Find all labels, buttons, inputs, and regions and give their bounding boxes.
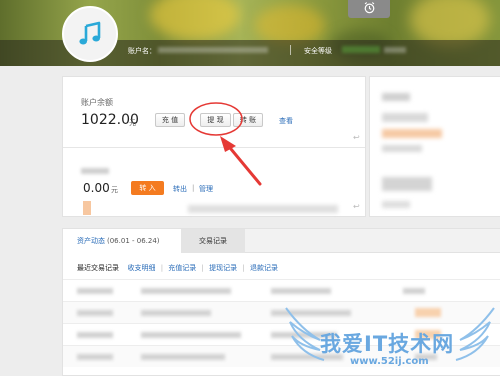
table-row[interactable] (63, 279, 500, 301)
balance-unit: 元 (129, 119, 136, 127)
sub-account-info (188, 205, 338, 213)
tab-asset-activity[interactable]: 资产动态 (06.01 - 06.24) (63, 229, 181, 253)
banner-decoration (255, 5, 325, 45)
recharge-records-link[interactable]: 充值记录 (168, 264, 196, 272)
watermark-text: 我爱IT技术网 (320, 332, 455, 356)
recharge-button[interactable]: 充 值 (155, 113, 185, 127)
table-cell (77, 332, 113, 338)
table-cell (77, 354, 113, 360)
return-arrow-icon: ↩ (353, 202, 360, 211)
sidebar-highlight (382, 129, 442, 138)
avatar[interactable] (62, 6, 118, 62)
tab-asset-activity-label: 资产动态 (77, 237, 105, 245)
table-cell (141, 354, 225, 360)
account-panel: 账户余额 1022.00 元 充 值 提 现 转 账 查看 ↩ 0.00 元 转… (62, 76, 366, 217)
site-watermark: 我爱IT技术网 www.52ij.com (280, 300, 500, 376)
music-note-icon (79, 21, 101, 45)
alarm-clock-icon (364, 1, 374, 13)
security-level-label: 安全等级 (304, 47, 332, 55)
account-name-value (158, 47, 268, 53)
table-cell (403, 288, 425, 294)
panel-divider (63, 147, 365, 148)
sidebar-title (382, 93, 410, 101)
alarm-button[interactable] (348, 0, 390, 18)
transfer-button[interactable]: 转 账 (233, 113, 263, 127)
return-arrow-icon: ↩ (353, 133, 360, 142)
view-balance-link[interactable]: 查看 (279, 116, 293, 126)
profile-banner: 账户名： 安全等级 (0, 0, 500, 66)
table-cell (77, 310, 113, 316)
sidebar-text (382, 201, 410, 208)
sidebar-text (382, 113, 428, 122)
sub-account-icon (83, 201, 91, 215)
transfer-in-button[interactable]: 转 入 (131, 181, 164, 195)
manage-link[interactable]: 管理 (199, 184, 213, 194)
banner-decoration (150, 0, 240, 40)
right-sidebar (369, 76, 500, 217)
records-tab-bar: 资产动态 (06.01 - 06.24) 交易记录 (63, 229, 500, 253)
account-name-label: 账户名： (128, 47, 156, 55)
recent-trades-label: 最近交易记录 (77, 264, 119, 272)
withdraw-button[interactable]: 提 现 (200, 113, 231, 127)
table-cell (271, 288, 331, 294)
filter-separator: | (201, 264, 204, 272)
refund-records-link[interactable]: 退款记录 (250, 264, 278, 272)
sub-account-title (81, 168, 109, 174)
watermark-url: www.52ij.com (350, 356, 429, 367)
sidebar-text (382, 145, 422, 152)
tab-asset-activity-date: (06.01 - 06.24) (107, 237, 160, 245)
filter-separator: | (242, 264, 245, 272)
income-expense-link[interactable]: 收支明细 (127, 264, 155, 272)
link-separator: | (192, 184, 195, 192)
table-cell (141, 288, 231, 294)
sidebar-image (382, 177, 432, 191)
table-cell (141, 332, 241, 338)
table-cell (141, 310, 211, 316)
records-filter: 最近交易记录 收支明细 | 充值记录 | 提现记录 | 退款记录 (77, 263, 278, 273)
security-level-value (384, 47, 406, 53)
security-level-bar (342, 46, 380, 53)
withdraw-records-link[interactable]: 提现记录 (209, 264, 237, 272)
transfer-out-link[interactable]: 转出 (173, 184, 187, 194)
sub-account-unit: 元 (111, 186, 118, 194)
filter-separator: | (160, 264, 164, 272)
tab-trade-records[interactable]: 交易记录 (181, 229, 245, 253)
divider (290, 45, 291, 55)
table-cell (77, 288, 113, 294)
sub-account-amount: 0.00 (83, 181, 110, 195)
balance-title: 账户余额 (81, 98, 113, 107)
